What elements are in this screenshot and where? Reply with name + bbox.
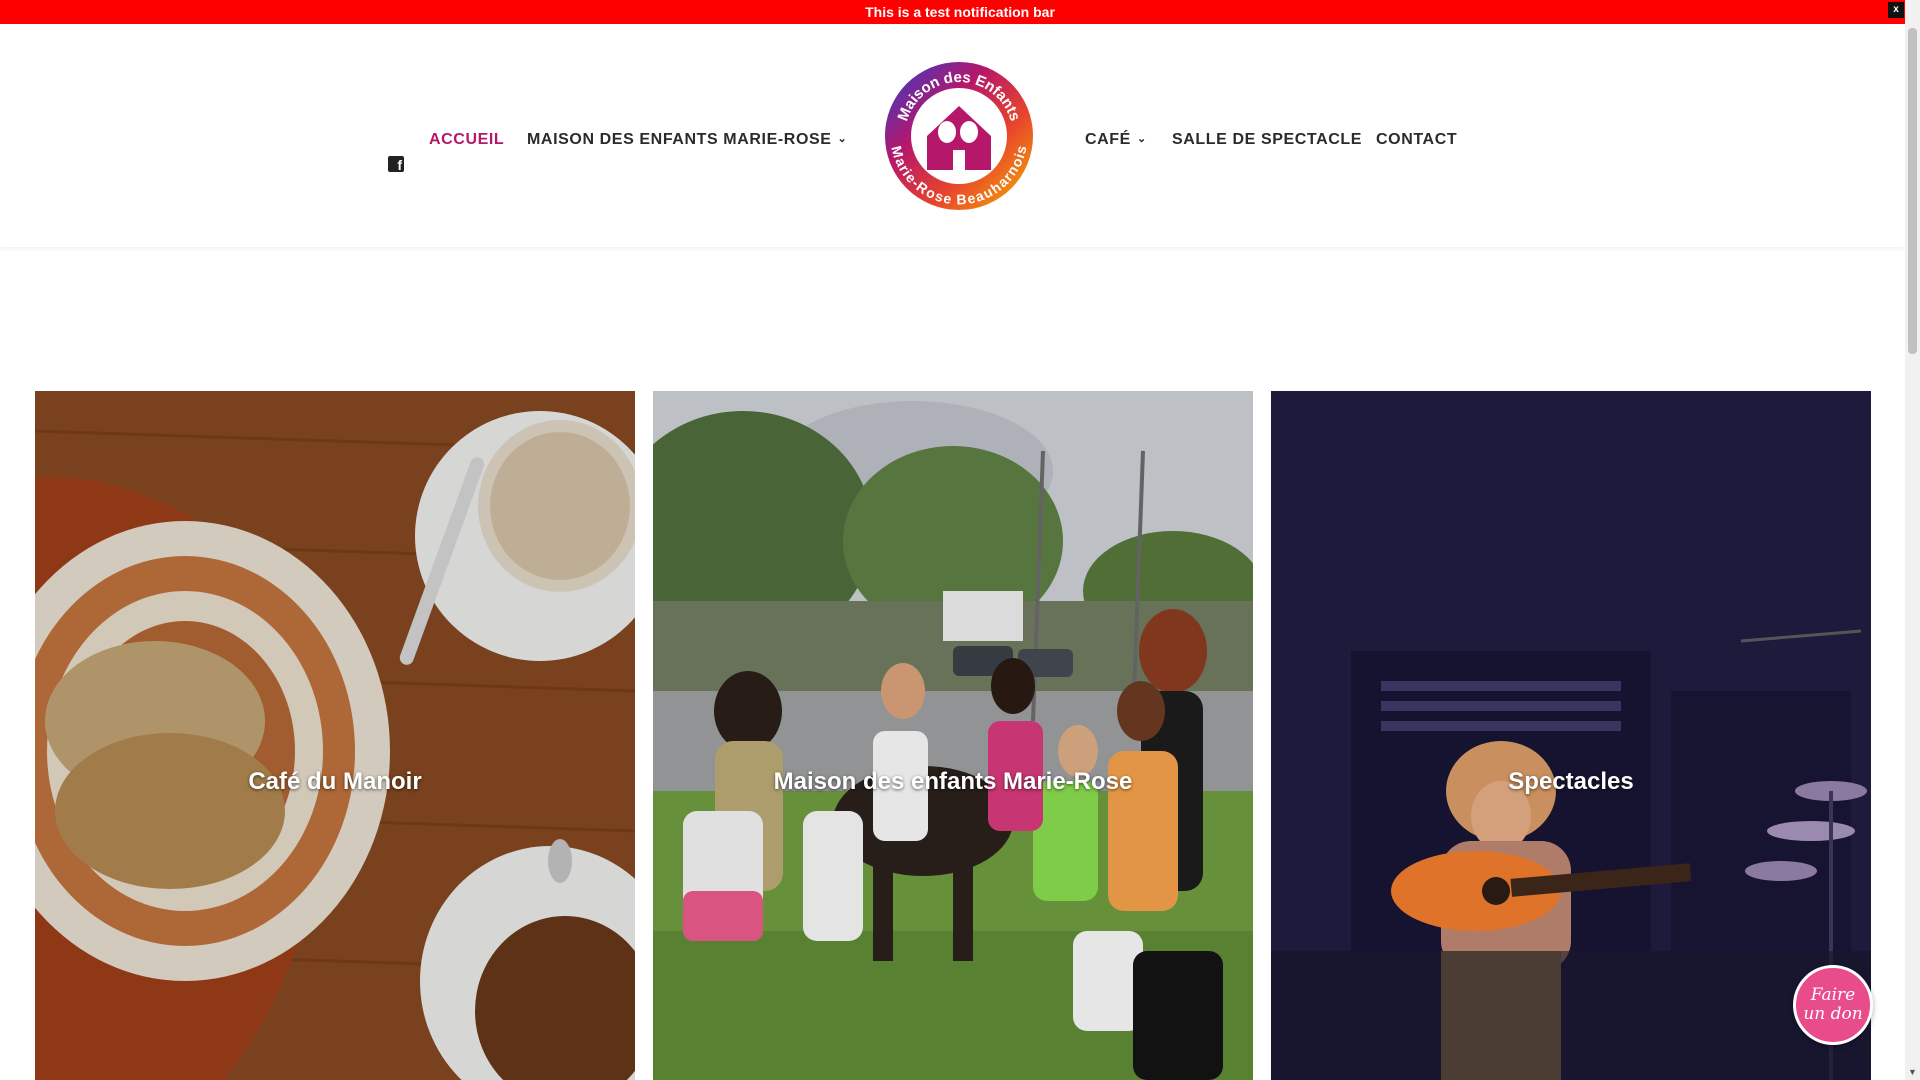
chevron-down-icon: ⌄ [1136, 133, 1147, 145]
tile-title: Spectacles [1508, 768, 1634, 795]
tile-title: Café du Manoir [248, 768, 422, 795]
site-logo[interactable]: Maison des Enfants Marie-Rose Beauharnoi… [883, 60, 1035, 212]
facebook-icon[interactable]: f [388, 156, 404, 173]
concert-image [1271, 391, 1871, 1080]
nav-item-salle-de-spectacle[interactable]: SALLE DE SPECTACLE [1172, 131, 1362, 149]
scroll-thumb[interactable] [1908, 28, 1917, 354]
site-header: f ACCUEIL MAISON DES ENFANTS MARIE-ROSE ⌄… [0, 24, 1905, 247]
page-scrollbar[interactable]: ▼ [1905, 0, 1920, 1080]
cafe-image [35, 391, 635, 1080]
tile-maison-des-enfants[interactable]: Maison des enfants Marie-Rose [653, 391, 1253, 1080]
children-image [653, 391, 1253, 1080]
notification-text: This is a test notification bar [865, 4, 1055, 20]
chevron-down-icon: ⌄ [837, 133, 848, 145]
close-icon[interactable]: x [1888, 2, 1904, 18]
tile-cafe-du-manoir[interactable]: Café du Manoir [35, 391, 635, 1080]
tile-title: Maison des enfants Marie-Rose [773, 768, 1133, 795]
nav-item-accueil[interactable]: ACCUEIL [429, 131, 504, 149]
tile-spectacles[interactable]: Spectacles [1271, 391, 1871, 1080]
nav-item-contact[interactable]: CONTACT [1376, 131, 1457, 149]
nav-item-cafe[interactable]: CAFÉ ⌄ [1085, 131, 1147, 149]
nav-item-maison-des-enfants[interactable]: MAISON DES ENFANTS MARIE-ROSE ⌄ [527, 131, 847, 149]
scroll-down-icon[interactable]: ▼ [1905, 1065, 1920, 1080]
notification-bar: This is a test notification bar x [0, 0, 1920, 24]
donate-button[interactable]: Faire un don [1793, 965, 1873, 1045]
